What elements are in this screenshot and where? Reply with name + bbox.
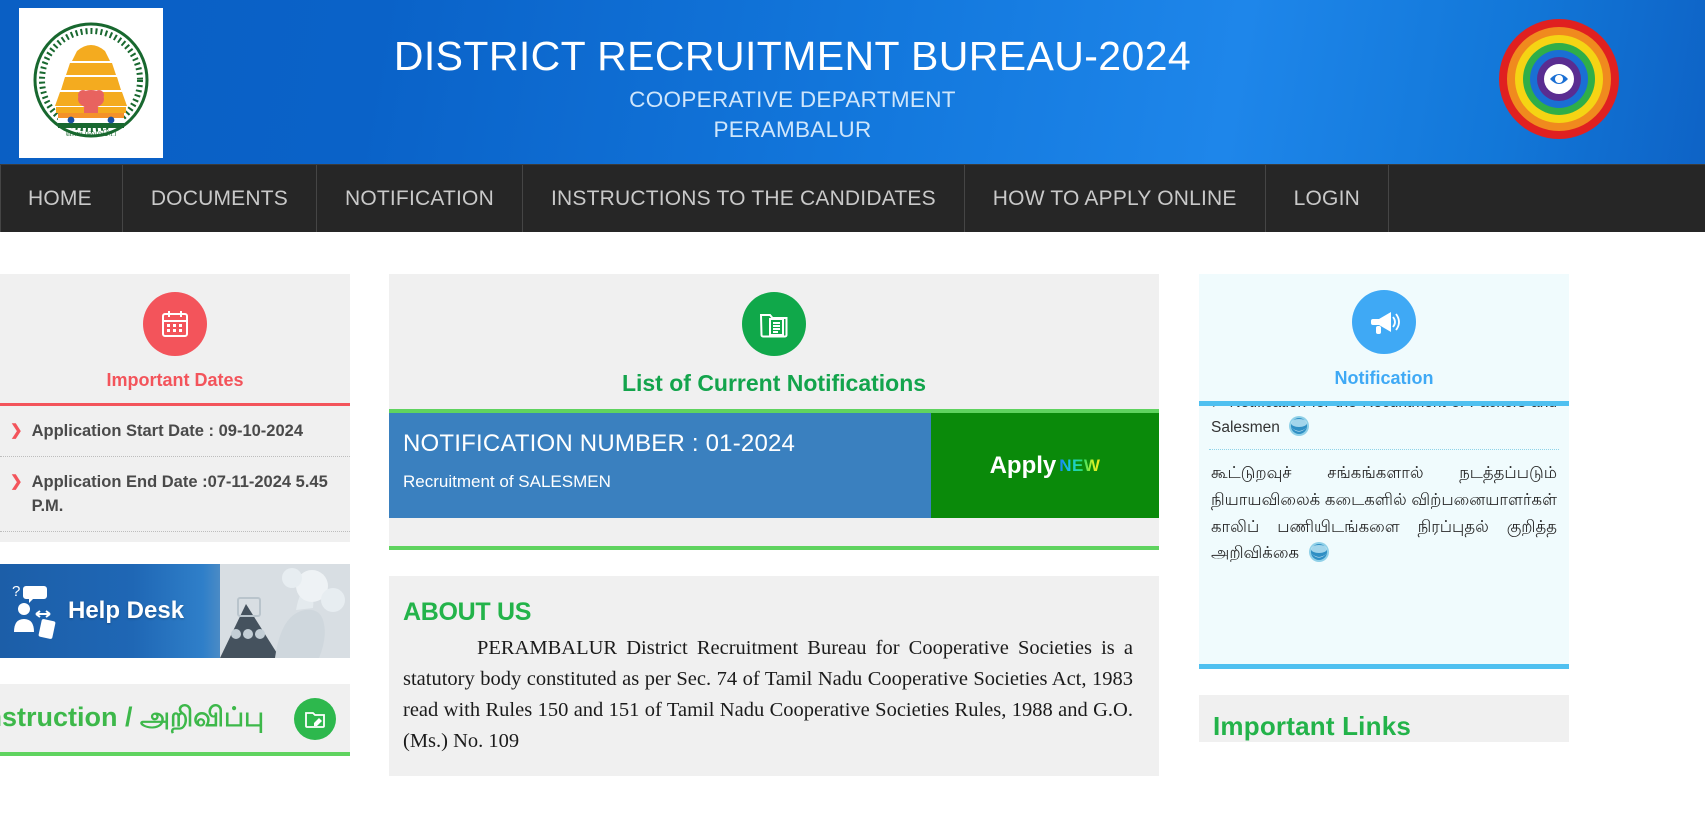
important-links-title: Important Links <box>1213 711 1412 741</box>
nav-item-how-to-apply[interactable]: HOW TO APPLY ONLINE <box>964 165 1266 232</box>
page-body: Important Dates ❯ Application Start Date… <box>0 232 1705 822</box>
notification-card-footer <box>389 518 1159 546</box>
right-sidebar: Notification ➤ Notification for the Recu… <box>1199 274 1569 776</box>
globe-icon <box>1289 416 1310 437</box>
important-dates-heading: Important Dates <box>106 370 244 390</box>
list-item: ❯ Application End Date :07-11-2024 5.45 … <box>0 457 350 533</box>
chevron-right-icon: ❯ <box>10 473 23 491</box>
application-end-date: Application End Date :07-11-2024 5.45 P.… <box>31 473 328 515</box>
notification-subtitle: Recruitment of SALESMEN <box>403 472 611 491</box>
main-content: List of Current Notifications NOTIFICATI… <box>389 274 1159 776</box>
help-desk-label: Help Desk <box>68 597 185 625</box>
header-location: PERAMBALUR <box>713 117 872 143</box>
apply-button[interactable]: Apply NEW <box>931 413 1159 518</box>
about-us-body: PERAMBALUR District Recruitment Bureau f… <box>403 633 1133 758</box>
about-us-text: PERAMBALUR District Recruitment Bureau f… <box>403 637 1133 753</box>
notification-row: NOTIFICATION NUMBER : 01-2024 Recruitmen… <box>389 413 1159 518</box>
notification-number: NOTIFICATION NUMBER : 01-2024 <box>403 430 796 457</box>
divider-blue <box>1199 664 1569 669</box>
about-us-card: ABOUT US PERAMBALUR District Recruitment… <box>389 576 1159 776</box>
header-subtitle: COOPERATIVE DEPARTMENT <box>629 86 956 112</box>
header-title-block: DISTRICT RECRUITMENT BUREAU-2024 COOPERA… <box>170 33 1415 146</box>
main-navigation[interactable]: HOME DOCUMENTS NOTIFICATION INSTRUCTIONS… <box>0 164 1705 232</box>
new-badge: NEW <box>1059 455 1101 475</box>
nav-item-documents[interactable]: DOCUMENTS <box>122 165 317 232</box>
important-dates-list: ❯ Application Start Date : 09-10-2024 ❯ … <box>0 406 350 533</box>
help-desk-hand-image <box>220 564 350 659</box>
marquee-content: ➤ Notification for the Recuritment of Pa… <box>1207 406 1561 567</box>
instruction-title-ta: அறிவிப்பு <box>140 701 265 732</box>
instruction-title: Instruction / அறிவிப்பு <box>0 702 264 737</box>
svg-text:வாய்மையே: வாய்மையே <box>66 129 117 139</box>
nav-item-notification[interactable]: NOTIFICATION <box>316 165 523 232</box>
apply-button-label: Apply <box>989 451 1057 479</box>
instruction-title-en: Instruction / <box>0 701 133 732</box>
three-column-layout: Important Dates ❯ Application Start Date… <box>0 274 1705 776</box>
about-us-title: ABOUT US <box>403 598 532 626</box>
nav-item-home[interactable]: HOME <box>0 165 123 232</box>
notification-panel: Notification ➤ Notification for the Recu… <box>1199 274 1569 669</box>
marquee-item-english[interactable]: ➤ Notification for the Recuritment of Pa… <box>1207 406 1561 440</box>
calendar-icon <box>143 292 207 356</box>
notification-panel-heading: Notification <box>1334 368 1434 388</box>
page-title: DISTRICT RECRUITMENT BUREAU-2024 <box>393 33 1192 79</box>
divider-green <box>389 546 1159 550</box>
document-edit-icon <box>294 698 336 741</box>
site-header: வாய்மையே DISTRICT RECRUITMENT BUREAU-202… <box>0 0 1705 164</box>
arrow-icon: ➤ <box>1211 406 1224 411</box>
documents-icon <box>742 292 806 356</box>
notification-info: NOTIFICATION NUMBER : 01-2024 Recruitmen… <box>389 413 931 518</box>
current-notifications-card: List of Current Notifications NOTIFICATI… <box>389 274 1159 550</box>
marquee-item-tamil[interactable]: கூட்டுறவுச் சங்கங்களால் நடத்தப்படும் நிய… <box>1207 450 1561 567</box>
globe-icon <box>1308 542 1329 563</box>
svg-text:?: ? <box>12 583 20 600</box>
instruction-card: Instruction / அறிவிப்பு <box>0 684 350 757</box>
important-links-card: Important Links <box>1199 695 1569 742</box>
current-notifications-heading: List of Current Notifications <box>621 370 927 396</box>
nav-item-instructions[interactable]: INSTRUCTIONS TO THE CANDIDATES <box>522 165 965 232</box>
left-sidebar: Important Dates ❯ Application Start Date… <box>0 274 350 776</box>
application-start-date: Application Start Date : 09-10-2024 <box>31 422 303 440</box>
notification-marquee[interactable]: ➤ Notification for the Recuritment of Pa… <box>1199 406 1569 664</box>
nav-spacer <box>1388 165 1705 232</box>
marquee-item-tamil-text: கூட்டுறவுச் சங்கங்களால் நடத்தப்படும் நிய… <box>1211 464 1557 563</box>
marquee-item-english-text: Notification for the Recuritment of Pack… <box>1211 406 1557 437</box>
nav-item-login[interactable]: LOGIN <box>1265 165 1389 232</box>
chevron-right-icon: ❯ <box>10 422 23 439</box>
megaphone-icon <box>1352 290 1416 354</box>
tamil-nadu-government-emblem: வாய்மையே <box>19 8 163 158</box>
important-dates-card: Important Dates ❯ Application Start Date… <box>0 274 350 543</box>
list-item: ❯ Application Start Date : 09-10-2024 <box>0 406 350 458</box>
instruction-header-row: Instruction / அறிவிப்பு <box>0 698 350 752</box>
cooperative-department-logo <box>1499 19 1619 139</box>
help-desk-banner[interactable]: ? Help Desk <box>0 564 350 659</box>
divider-green <box>0 752 350 757</box>
help-desk-icon: ? <box>12 583 56 640</box>
